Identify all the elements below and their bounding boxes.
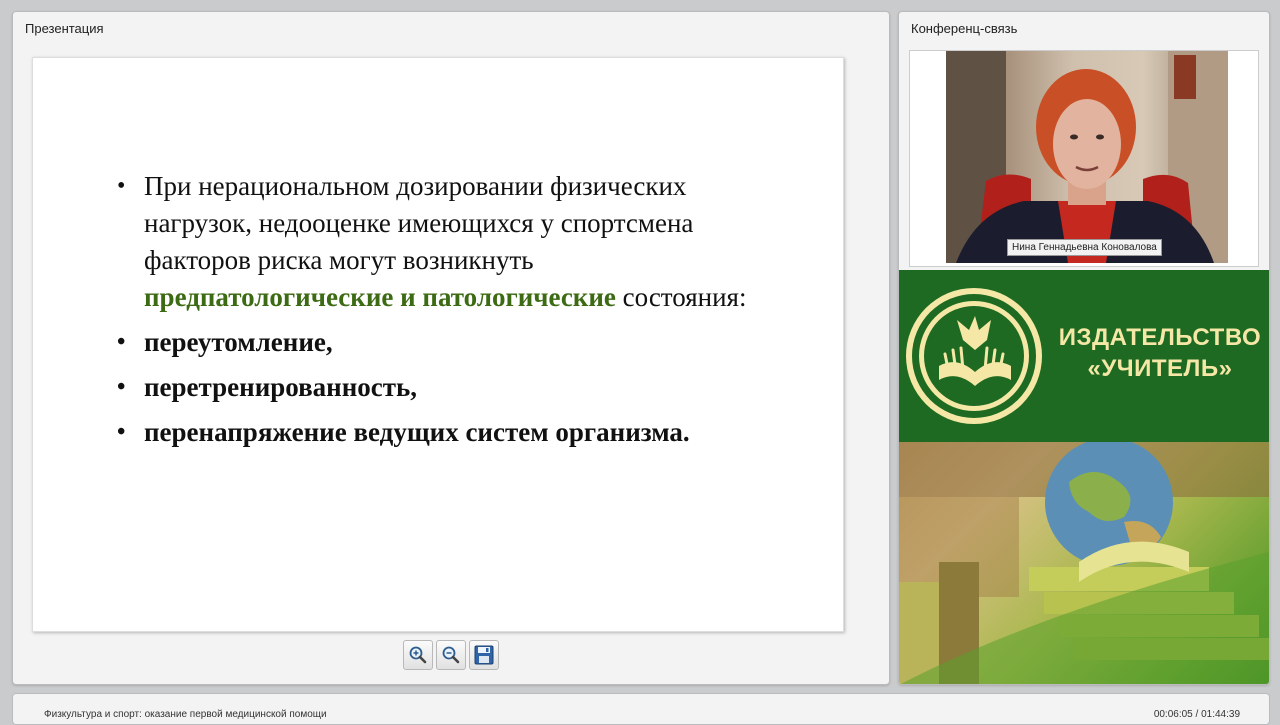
slide-intro-text: При нерациональном дозировании физически… [144,171,694,275]
conference-panel-title: Конференц-связь [911,21,1018,36]
presentation-slide: При нерациональном дозировании физически… [32,57,844,632]
slide-intro-bullet: При нерациональном дозировании физически… [117,168,777,316]
zoom-out-icon [442,646,460,664]
zoom-in-button[interactable] [403,640,433,670]
speaker-silhouette [946,51,1228,263]
status-bar: Физкультура и спорт: оказание первой мед… [12,693,1270,725]
presentation-panel-title: Презентация [25,21,104,36]
slide-bullet-list: При нерациональном дозировании физически… [117,168,777,451]
video-feed: Нина Геннадьевна Коновалова [909,50,1259,267]
books-globe-illustration [899,442,1269,684]
publisher-logo-banner: ИЗДАТЕЛЬСТВО «УЧИТЕЛЬ» [899,270,1269,442]
slide-bullet-3: перенапряжение ведущих систем организма. [117,414,777,451]
save-icon [474,645,494,665]
publisher-line-1: ИЗДАТЕЛЬСТВО [1058,324,1262,351]
conference-panel: Конференц-связь Нина Геннадьевна Коновал… [898,11,1270,685]
publisher-emblem-icon [906,288,1042,424]
speaker-name-tag: Нина Геннадьевна Коновалова [1007,239,1162,256]
slide-bullet-1: переутомление, [117,324,777,361]
publisher-name: ИЗДАТЕЛЬСТВО «УЧИТЕЛЬ» [1049,322,1269,384]
speaker-video: Нина Геннадьевна Коновалова [946,51,1228,263]
books-globe-image [899,442,1269,684]
presentation-panel: Презентация При нерациональном дозирован… [12,11,890,685]
zoom-in-icon [409,646,427,664]
slide-intro-highlight: предпатологические и патологические [144,282,616,312]
slide-bullet-2: перетренированность, [117,369,777,406]
playback-time: 00:06:05 / 01:44:39 [1153,709,1240,720]
zoom-out-button[interactable] [436,640,466,670]
webinar-title: Физкультура и спорт: оказание первой мед… [44,709,327,720]
slide-intro-tail: состояния: [615,282,747,312]
publisher-line-2: «УЧИТЕЛЬ» [1087,355,1233,382]
save-button[interactable] [469,640,499,670]
